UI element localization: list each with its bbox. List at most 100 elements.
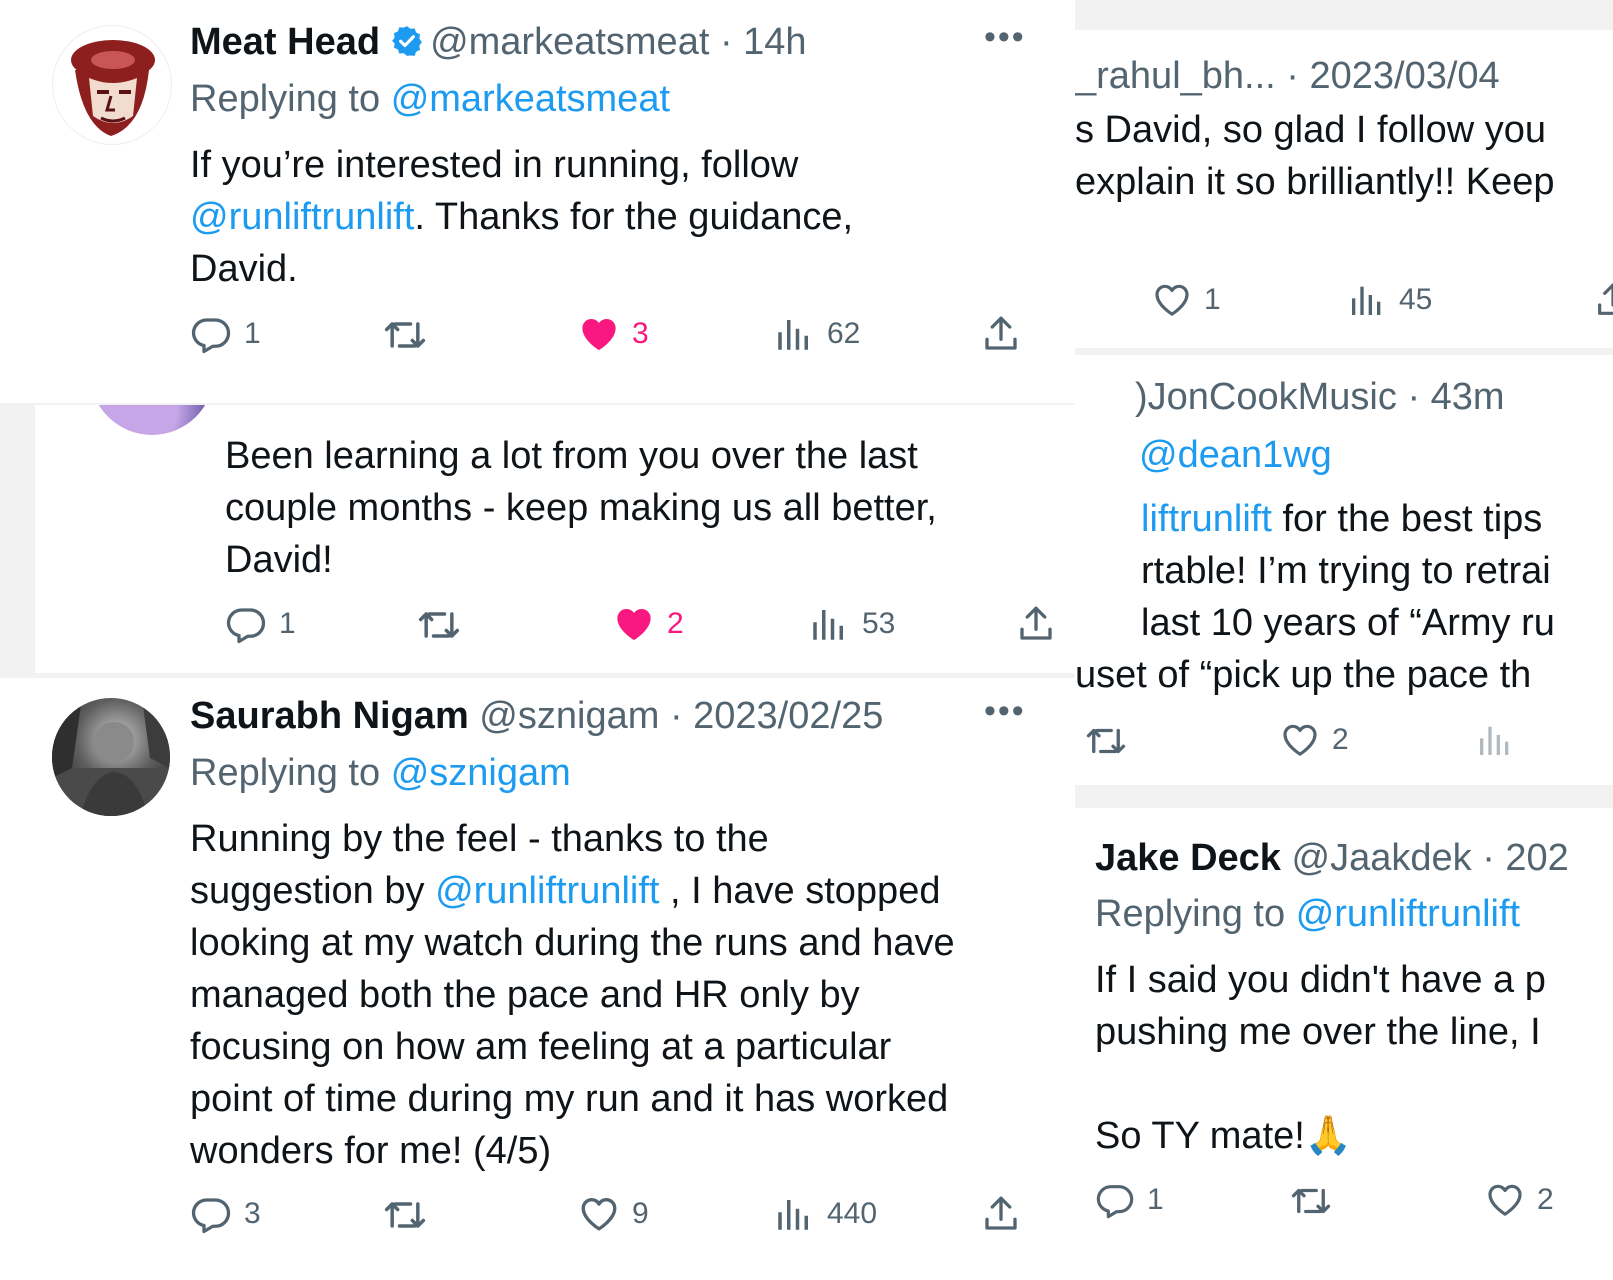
retweet-button[interactable] [1085, 720, 1127, 762]
avatar-illustration [71, 40, 155, 136]
share-icon [980, 1193, 1022, 1235]
reply-icon [190, 1193, 232, 1235]
retweet-button[interactable] [383, 313, 427, 357]
reply-button[interactable]: 1 [1095, 1180, 1164, 1220]
display-name[interactable]: Saurabh Nigam [190, 695, 469, 737]
views-icon [1347, 280, 1387, 320]
timestamp[interactable]: · 43m [1407, 376, 1504, 418]
like-button[interactable]: 1 [1152, 280, 1221, 320]
views-button[interactable] [1475, 720, 1515, 760]
display-name[interactable]: Meat Head [190, 21, 380, 63]
reply-count: 1 [244, 317, 261, 350]
reply-icon [1095, 1180, 1135, 1220]
timestamp[interactable]: · 202 [1482, 837, 1569, 879]
views-button[interactable]: 53 [808, 603, 895, 645]
like-count: 9 [632, 1197, 649, 1230]
replying-label: Replying to [190, 752, 381, 794]
reply-button[interactable]: 1 [190, 313, 261, 355]
share-button[interactable] [980, 313, 1022, 355]
retweet-button[interactable] [1290, 1180, 1332, 1222]
heart-icon [578, 1193, 620, 1235]
replying-to-link[interactable]: @markeatsmeat [391, 78, 670, 120]
tweet-header: Meat Head @markeatsmeat · 14h [190, 16, 807, 69]
like-button[interactable]: 2 [613, 603, 684, 645]
share-button[interactable] [1015, 603, 1057, 645]
like-count: 2 [1537, 1183, 1554, 1216]
heart-icon [1152, 280, 1192, 320]
tweet-text-line: Running by the feel - thanks to the [190, 818, 769, 860]
view-count: 440 [827, 1197, 878, 1230]
share-button[interactable] [1593, 280, 1613, 320]
tweet-text-line: suggestion by @runliftrunlift , I have s… [190, 865, 940, 918]
reply-button[interactable]: 3 [190, 1193, 261, 1235]
tweet-header: _rahul_bh... · 2023/03/04 [1075, 50, 1500, 103]
retweet-icon [1085, 720, 1127, 762]
tweet-text-line: If I said you didn't have a p [1095, 959, 1546, 1001]
views-icon [773, 313, 815, 355]
tweet-text-line: Been learning a lot from you over the la… [225, 435, 918, 477]
tweet-text-line: wonders for me! (4/5) [190, 1130, 552, 1172]
mention-link[interactable]: @runliftrunlift [190, 196, 414, 238]
views-button[interactable]: 440 [773, 1193, 877, 1235]
like-count: 3 [632, 317, 649, 350]
tweet-header: )JonCookMusic · 43m [1135, 371, 1505, 424]
views-button[interactable]: 62 [773, 313, 860, 355]
user-handle[interactable]: @Jaakdek [1292, 837, 1472, 879]
views-icon [1475, 720, 1515, 760]
tweet-text-line: managed both the pace and HR only by [190, 974, 860, 1016]
like-count: 2 [667, 607, 684, 640]
tweet-card-3: Saurabh Nigam @sznigam · 2023/02/25 ••• … [0, 678, 1075, 1280]
tweet-text-line: So TY mate!🙏 [1095, 1115, 1353, 1157]
tweet-text-line: looking at my watch during the runs and … [190, 922, 955, 964]
mention-link[interactable]: liftrunlift [1141, 498, 1272, 540]
meat-head-avatar[interactable] [52, 25, 172, 145]
more-options-icon[interactable]: ••• [984, 18, 1026, 57]
tweet-text-line: David! [225, 539, 333, 581]
timestamp[interactable]: · 2023/03/04 [1286, 55, 1499, 97]
share-icon [1593, 280, 1613, 320]
tweet-text-line: last 10 years of “Army ru [1141, 602, 1555, 644]
tweet-text-line: pushing me over the line, I [1095, 1011, 1541, 1053]
like-button[interactable]: 3 [578, 313, 649, 355]
view-count: 45 [1399, 283, 1433, 316]
retweet-button[interactable] [417, 603, 461, 647]
reply-button[interactable]: 1 [225, 603, 296, 645]
tweet-text-line: couple months - keep making us all bette… [225, 487, 937, 529]
timestamp[interactable]: · 14h [720, 21, 807, 63]
like-button[interactable]: 2 [1280, 720, 1349, 760]
share-icon [1015, 603, 1057, 645]
retweet-icon [1290, 1180, 1332, 1222]
user-avatar[interactable] [90, 405, 214, 435]
right-panel-2: )JonCookMusic · 43m @dean1wg liftrunlift… [1075, 355, 1613, 785]
mention-link[interactable]: @runliftrunlift [435, 870, 659, 912]
display-name[interactable]: Jake Deck [1095, 837, 1281, 879]
retweet-icon [417, 603, 461, 647]
user-handle[interactable]: @markeatsmeat [430, 21, 709, 63]
tweet-text-line: David. [190, 248, 298, 290]
replying-to-link[interactable]: @sznigam [391, 752, 571, 794]
share-button[interactable] [980, 1193, 1022, 1235]
replying-label: Replying to [1095, 893, 1286, 935]
replying-to-link[interactable]: @dean1wg [1139, 429, 1332, 482]
right-panel-3: Jake Deck @Jaakdek · 202 Replying to @ru… [1075, 808, 1613, 1280]
user-avatar[interactable] [52, 698, 170, 816]
tweet-text-line: explain it so brilliantly!! Keep [1075, 161, 1555, 203]
replying-to-link[interactable]: @runliftrunlift [1296, 893, 1520, 935]
views-button[interactable]: 45 [1347, 280, 1432, 320]
timestamp[interactable]: · 2023/02/25 [670, 695, 883, 737]
user-handle[interactable]: _rahul_bh... [1075, 55, 1276, 97]
retweet-button[interactable] [383, 1193, 427, 1237]
tweet-text: , I have stopped [670, 870, 941, 912]
user-handle[interactable]: @sznigam [479, 695, 659, 737]
like-button[interactable]: 2 [1485, 1180, 1554, 1220]
tweet-text: for the best tips [1271, 498, 1543, 540]
more-options-icon[interactable]: ••• [984, 692, 1026, 731]
views-icon [808, 603, 850, 645]
tweet-text-line: liftrunlift for the best tips [1141, 493, 1542, 546]
tweet-text: suggestion by [190, 870, 425, 912]
tweet-header: Jake Deck @Jaakdek · 202 [1095, 832, 1569, 885]
user-handle[interactable]: )JonCookMusic [1135, 376, 1397, 418]
like-button[interactable]: 9 [578, 1193, 649, 1235]
heart-filled-icon [613, 603, 655, 645]
tweet-text-line: @runliftrunlift. Thanks for the guidance… [190, 191, 853, 244]
